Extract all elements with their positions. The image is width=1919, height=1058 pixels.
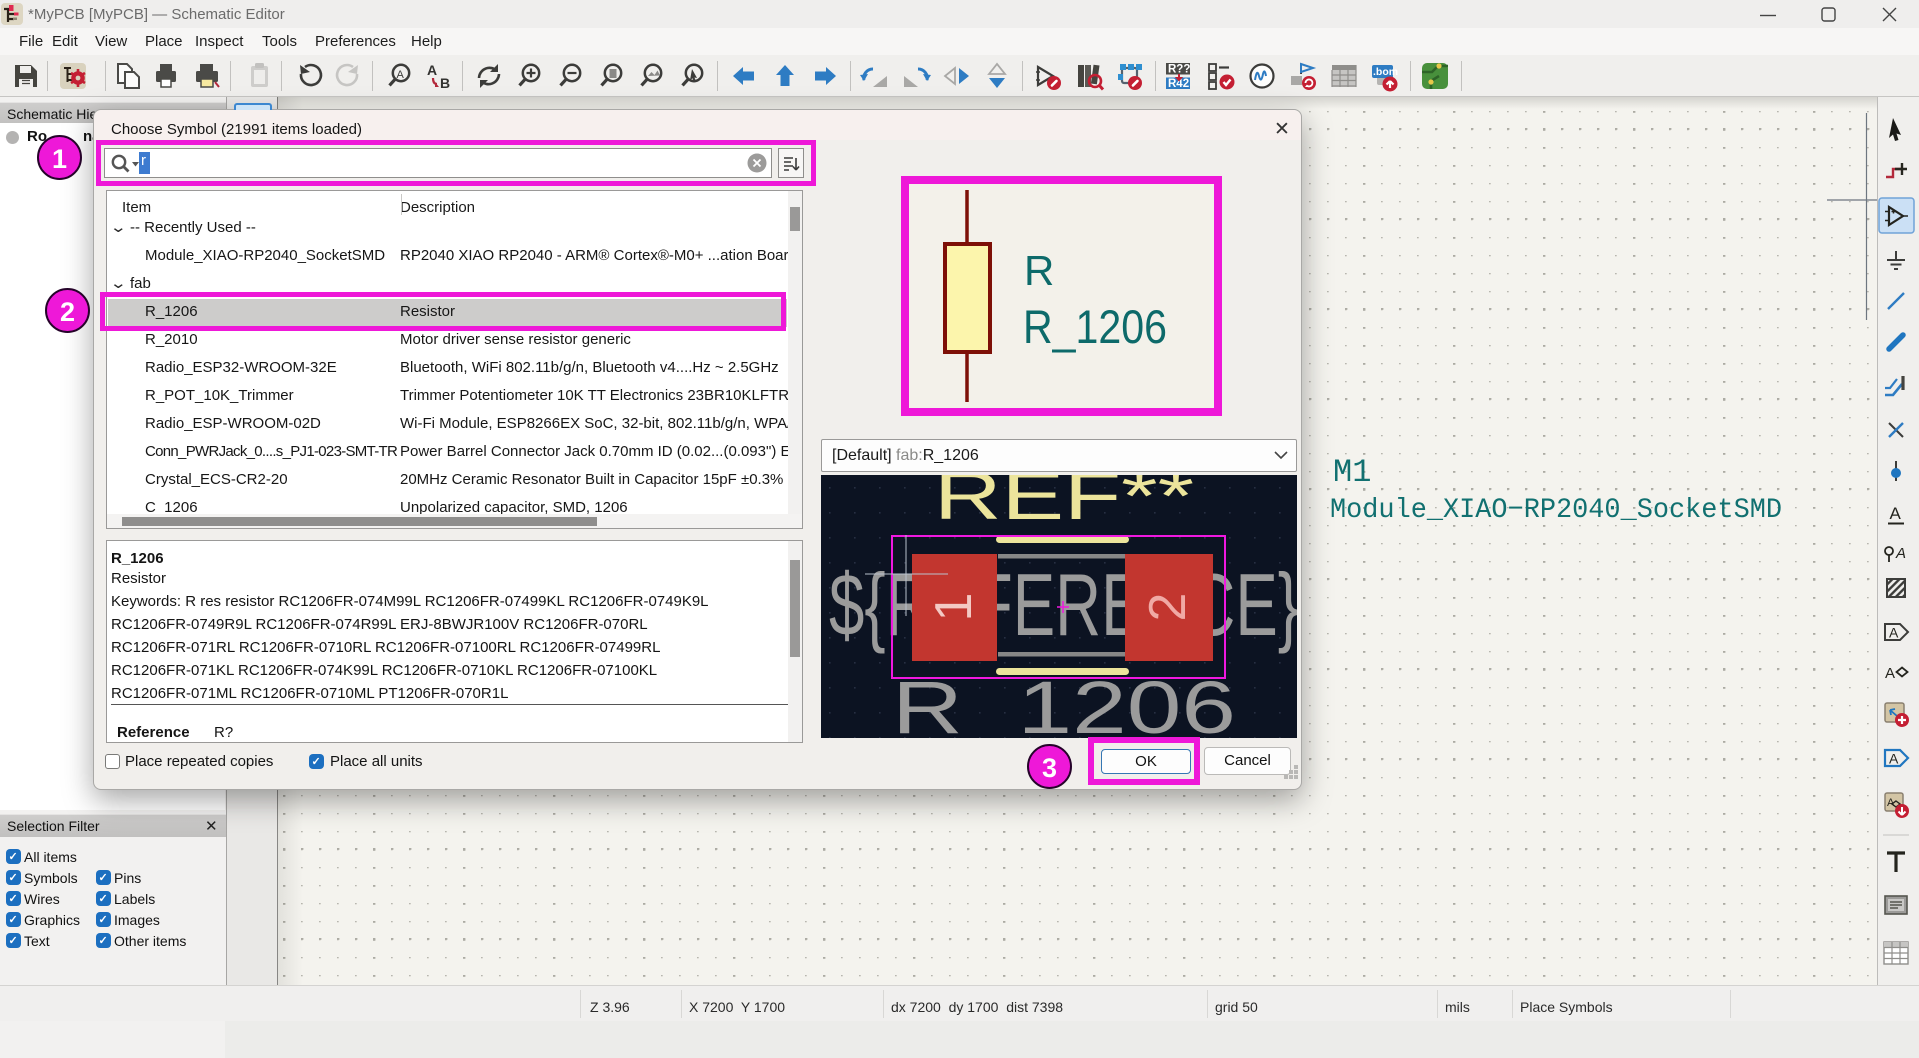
svg-text:R: R bbox=[1024, 247, 1054, 294]
svg-text:R??: R?? bbox=[1168, 64, 1190, 76]
svg-text:Module_XIAO−RP2040_SocketSMD: Module_XIAO−RP2040_SocketSMD bbox=[1330, 495, 1782, 526]
svg-text:R_1206: R_1206 bbox=[892, 666, 1236, 738]
svg-text:1: 1 bbox=[925, 593, 983, 622]
svg-text:A: A bbox=[1889, 751, 1899, 767]
svg-text:A: A bbox=[427, 62, 437, 78]
svg-text:A: A bbox=[1895, 545, 1906, 562]
svg-text:B: B bbox=[440, 75, 450, 91]
svg-text:2: 2 bbox=[1139, 593, 1197, 622]
svg-text:M1: M1 bbox=[1333, 454, 1371, 491]
svg-text:.bom: .bom bbox=[1373, 66, 1398, 78]
svg-text:A: A bbox=[1890, 504, 1902, 523]
svg-text:A: A bbox=[1885, 665, 1895, 682]
svg-text:A: A bbox=[397, 69, 405, 81]
svg-text:REF**: REF** bbox=[934, 475, 1194, 534]
svg-text:R_1206: R_1206 bbox=[1023, 300, 1167, 353]
svg-text:A: A bbox=[1889, 625, 1899, 641]
